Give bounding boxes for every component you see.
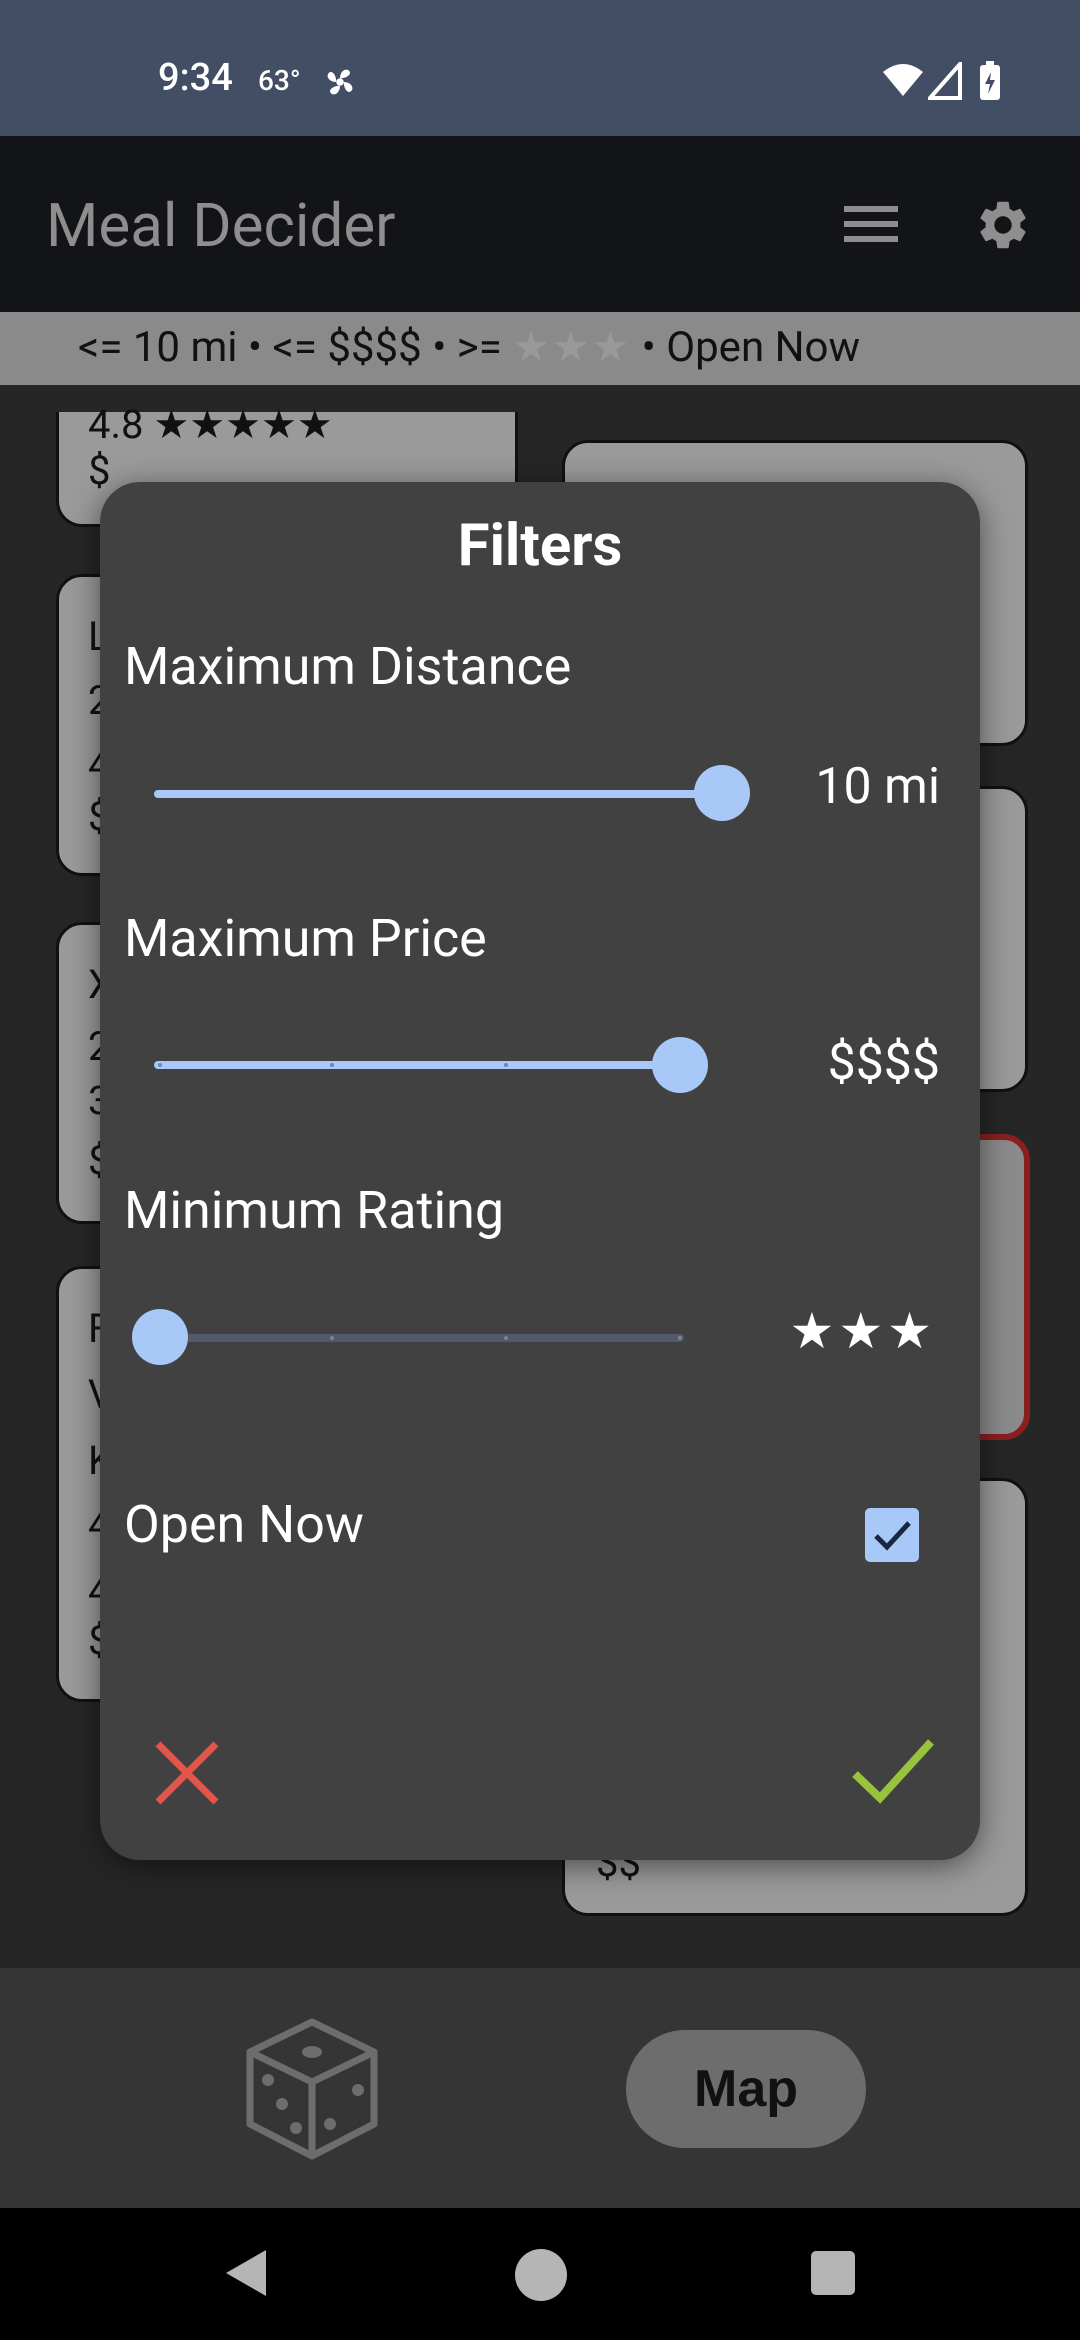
back-icon[interactable] [222, 2246, 270, 2300]
summary-rating-prefix: >= [456, 323, 502, 372]
checkmark-icon[interactable] [852, 1738, 934, 1804]
gear-icon[interactable] [974, 196, 1032, 254]
dice-icon[interactable] [244, 2016, 380, 2162]
max-price-track [154, 1061, 678, 1069]
bottom-bar [0, 1968, 1080, 2208]
min-rating-thumb[interactable] [132, 1309, 188, 1365]
summary-distance: <= 10 mi [78, 323, 238, 372]
max-distance-track [154, 790, 722, 798]
slider-tick [330, 1336, 334, 1340]
card-price: $ [88, 447, 111, 494]
open-now-label: Open Now [124, 1494, 364, 1555]
slider-tick [678, 1336, 682, 1340]
status-time: 9:34 [158, 56, 233, 100]
min-rating-label: Minimum Rating [124, 1180, 505, 1241]
close-icon[interactable] [154, 1740, 220, 1806]
checkbox-check-icon [874, 1521, 911, 1551]
slider-tick [504, 1063, 508, 1067]
summary-open: Open Now [666, 323, 861, 372]
max-distance-value: 10 mi [815, 758, 940, 816]
summary-separator: • [641, 323, 656, 372]
card-rating: 4.8 ★★★★★ [88, 401, 333, 448]
fan-icon [327, 69, 353, 95]
recents-icon[interactable] [810, 2250, 856, 2296]
filter-summary-text: <= 10 mi • <= $$$$ • >= ★★★ • Open Now [78, 322, 860, 372]
hamburger-menu-icon[interactable] [844, 204, 898, 244]
max-distance-thumb[interactable] [694, 765, 750, 821]
summary-rating-stars: ★★★ [512, 323, 632, 372]
min-rating-track [160, 1334, 684, 1342]
max-price-value: $$$$ [827, 1034, 940, 1092]
summary-separator: • [432, 323, 447, 372]
open-now-checkbox[interactable] [865, 1508, 919, 1562]
signal-icon [928, 62, 962, 100]
max-distance-label: Maximum Distance [124, 636, 572, 697]
map-button[interactable]: Map [626, 2030, 866, 2148]
summary-price: <= $$$$ [272, 323, 422, 372]
app-title: Meal Decider [46, 190, 396, 261]
dialog-title: Filters [457, 512, 623, 580]
min-rating-value: ★★★ [789, 1303, 936, 1361]
summary-separator: • [247, 323, 263, 372]
slider-tick [330, 1063, 334, 1067]
max-price-label: Maximum Price [124, 908, 487, 969]
max-price-thumb[interactable] [652, 1037, 708, 1093]
wifi-icon [883, 64, 923, 96]
status-temperature: 63° [258, 64, 301, 97]
slider-tick [504, 1336, 508, 1340]
home-icon[interactable] [514, 2248, 568, 2302]
battery-charging-icon [980, 61, 1000, 100]
slider-tick [158, 1063, 162, 1067]
